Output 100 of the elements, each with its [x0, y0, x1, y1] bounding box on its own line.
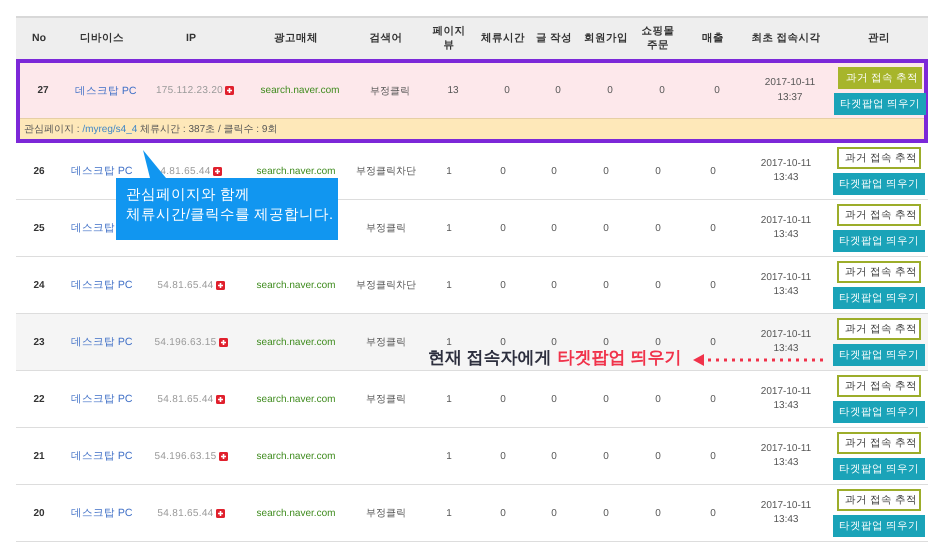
device-link[interactable]: 데스크탑 PC	[71, 335, 133, 349]
page-views: 1	[446, 222, 452, 234]
history-button[interactable]: 과거 접속 추적	[837, 318, 921, 340]
ad-medium: search.naver.com	[256, 166, 336, 176]
page-views: 1	[446, 336, 452, 348]
selected-row[interactable]: 27 데스크탑 PC 175.112.23.20 search.naver.com 부정클릭 13 0 0 0 0 0 2017-10-11 13:37 과거 접속 추적 타겟팝업 띄우기 관심페이지 : /myreg/s4_4 체류시간 : 387초 / 클릭수 : 9회	[16, 59, 928, 143]
ip-address: 4.81.65.44	[160, 166, 211, 176]
order-count: 0	[659, 85, 665, 96]
dwell-time: 0	[504, 85, 510, 96]
signup-count: 0	[603, 450, 609, 462]
column-header: 회원가입	[584, 32, 628, 46]
row-number: 20	[33, 508, 45, 518]
popup-button[interactable]: 타겟팝업 띄우기	[833, 287, 925, 309]
page-views: 1	[446, 394, 452, 404]
access-time: 13:43	[773, 513, 798, 527]
column-header: 글 작성	[536, 32, 572, 46]
history-button[interactable]: 과거 접속 추적	[837, 204, 921, 226]
search-keyword: 부정클릭	[366, 336, 406, 349]
plus-icon[interactable]	[212, 166, 222, 176]
annotation-highlight: 타겟팝업 띄우기	[558, 347, 682, 369]
ip-address: 175.112.23.20	[156, 85, 224, 96]
history-button[interactable]: 과거 접속 추적	[837, 432, 921, 454]
plus-icon[interactable]	[216, 280, 225, 290]
plus-icon[interactable]	[216, 508, 225, 518]
sales-amount: 0	[710, 166, 716, 176]
dwell-time: 0	[500, 508, 506, 518]
column-header: 쇼핑몰 주문	[642, 25, 674, 52]
popup-button[interactable]: 타겟팝업 띄우기	[833, 515, 925, 537]
order-count: 0	[655, 394, 661, 404]
sales-amount: 0	[710, 336, 716, 348]
device-link[interactable]: 데스크탑 PC	[71, 278, 133, 292]
history-button[interactable]: 과거 접속 추적	[837, 261, 921, 283]
column-header: 디바이스	[80, 32, 124, 46]
search-keyword: 부정클릭차단	[356, 279, 416, 292]
device-link[interactable]: 데스크탑 PC	[71, 164, 133, 178]
dwell-time: 0	[500, 280, 506, 290]
device-link[interactable]: 데스크탑	[71, 221, 115, 235]
device-link[interactable]: 데스크탑 PC	[71, 449, 133, 463]
page-views: 13	[447, 85, 459, 96]
signup-count: 0	[603, 280, 609, 290]
annotation-text: 현재 접속자에게	[428, 347, 552, 369]
post-count: 0	[551, 394, 557, 404]
signup-count: 0	[603, 394, 609, 404]
popup-button[interactable]: 타겟팝업 띄우기	[833, 344, 925, 366]
post-count: 0	[551, 450, 557, 462]
post-count: 0	[551, 280, 557, 290]
access-date: 2017-10-11	[760, 442, 812, 456]
row-number: 23	[33, 336, 45, 348]
device-link[interactable]: 데스크탑 PC	[75, 84, 137, 98]
ip-address: 54.81.65.44	[157, 280, 214, 290]
plus-icon[interactable]	[218, 338, 228, 346]
access-time: 13:43	[773, 171, 798, 185]
search-keyword: 부정클릭	[370, 84, 410, 98]
history-button[interactable]: 과거 접속 추적	[837, 147, 921, 169]
dwell-time: 0	[500, 222, 506, 234]
access-date: 2017-10-11	[764, 76, 816, 90]
popup-button[interactable]: 타겟팝업 띄우기	[834, 92, 926, 114]
ad-medium: search.naver.com	[260, 85, 340, 96]
history-button[interactable]: 과거 접속 추적	[837, 489, 921, 511]
access-date: 2017-10-11	[760, 498, 812, 512]
page-views: 1	[446, 280, 452, 290]
access-date: 2017-10-11	[760, 328, 812, 342]
popup-button[interactable]: 타겟팝업 띄우기	[833, 401, 925, 423]
order-count: 0	[655, 450, 661, 462]
column-header: 매출	[702, 32, 724, 46]
post-count: 0	[551, 508, 557, 518]
access-date: 2017-10-11	[760, 270, 812, 284]
post-count: 0	[551, 222, 557, 234]
row-number: 21	[33, 450, 45, 462]
device-link[interactable]: 데스크탑 PC	[71, 506, 133, 520]
column-header: 검색어	[370, 32, 402, 46]
signup-count: 0	[603, 508, 609, 518]
access-time: 13:43	[773, 456, 798, 470]
dwell-time: 0	[500, 394, 506, 404]
order-count: 0	[655, 280, 661, 290]
plus-icon[interactable]	[225, 86, 234, 95]
device-link[interactable]: 데스크탑 PC	[71, 392, 133, 406]
sales-amount: 0	[710, 280, 716, 290]
sales-amount: 0	[710, 450, 716, 462]
row-number: 27	[37, 85, 49, 96]
row-number: 22	[33, 394, 45, 404]
access-date: 2017-10-11	[760, 156, 812, 170]
plus-icon[interactable]	[218, 452, 228, 460]
history-button[interactable]: 과거 접속 추적	[837, 375, 921, 397]
popup-button[interactable]: 타겟팝업 띄우기	[833, 230, 925, 252]
popup-button[interactable]: 타겟팝업 띄우기	[833, 458, 925, 480]
access-time: 13:43	[773, 285, 798, 299]
popup-button[interactable]: 타겟팝업 띄우기	[833, 173, 925, 195]
column-header: No	[32, 32, 46, 46]
page-views: 1	[446, 508, 452, 518]
row-number: 26	[33, 166, 45, 176]
row-number: 25	[33, 222, 45, 234]
sales-amount: 0	[710, 222, 716, 234]
page-link[interactable]: /myreg/s4_4	[82, 124, 138, 135]
plus-icon[interactable]	[216, 394, 225, 404]
column-header: 관리	[868, 32, 890, 46]
dwell-time: 0	[500, 450, 506, 462]
search-keyword: 부정클릭	[366, 393, 406, 406]
order-count: 0	[655, 508, 661, 518]
ad-medium: search.naver.com	[256, 394, 336, 404]
